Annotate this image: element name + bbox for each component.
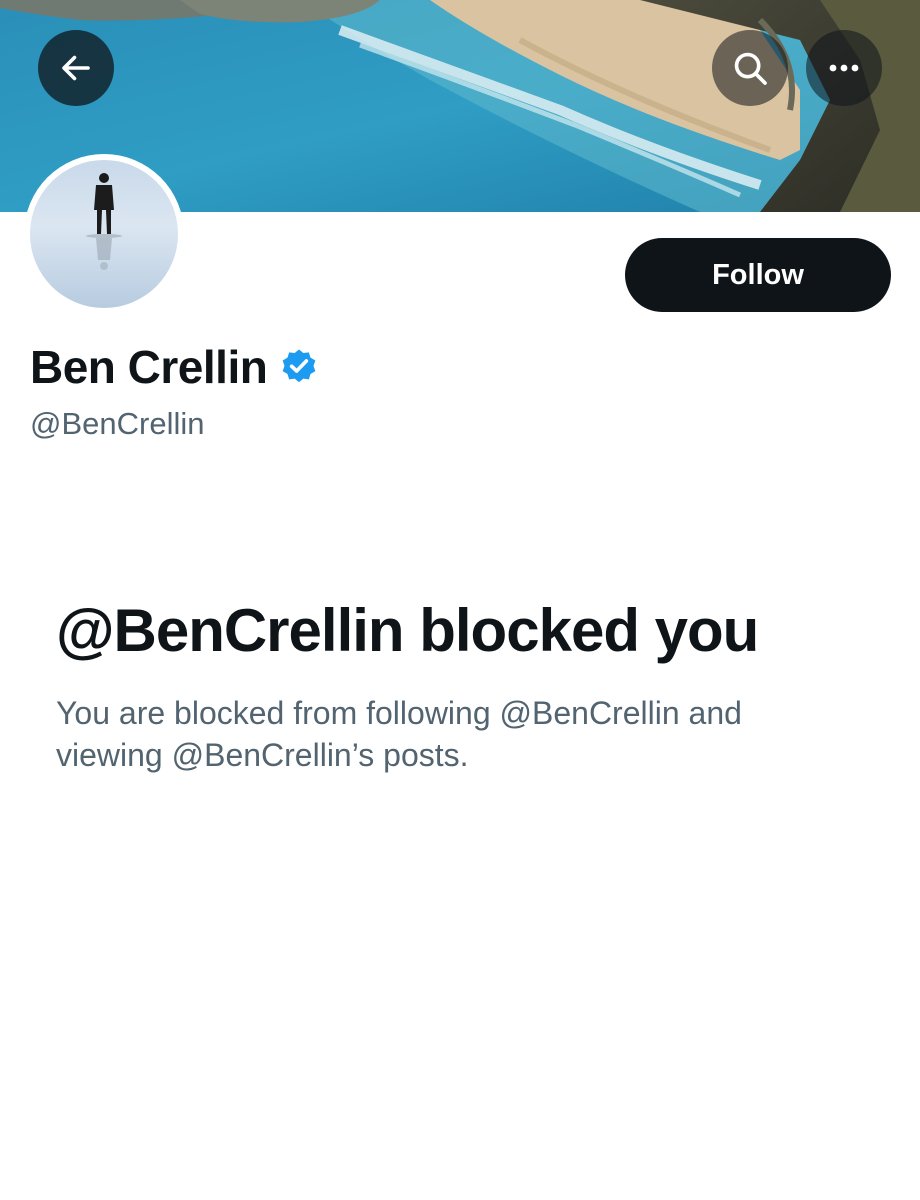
blocked-title: @BenCrellin blocked you — [56, 597, 759, 664]
more-horizontal-icon — [829, 64, 859, 72]
search-button[interactable] — [712, 30, 788, 106]
display-name: Ben Crellin — [30, 341, 268, 393]
search-icon — [734, 52, 767, 85]
more-options-button[interactable] — [806, 30, 882, 106]
verified-badge-icon[interactable] — [279, 347, 319, 387]
avatar[interactable] — [24, 154, 184, 314]
arrow-left-icon — [62, 55, 90, 81]
profile-handle: @BenCrellin — [30, 406, 205, 441]
avatar-image — [30, 160, 178, 308]
follow-button[interactable]: Follow — [625, 238, 891, 312]
blocked-description: You are blocked from following @BenCrell… — [56, 695, 742, 773]
profile-display-name-row: Ben Crellin — [30, 340, 319, 394]
back-button[interactable] — [38, 30, 114, 106]
